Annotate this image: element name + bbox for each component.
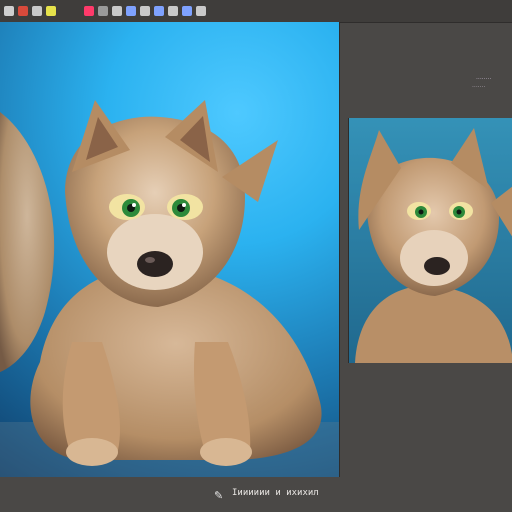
wolf-illustration-main bbox=[0, 100, 339, 477]
transform-icon[interactable] bbox=[98, 6, 108, 16]
eraser-icon[interactable] bbox=[154, 6, 164, 16]
red-mark-icon[interactable] bbox=[18, 6, 28, 16]
pen-tool-icon[interactable] bbox=[84, 6, 94, 16]
brush-icon[interactable] bbox=[4, 6, 14, 16]
eye-icon[interactable] bbox=[126, 6, 136, 16]
panel-label-secondary: ······· bbox=[472, 84, 486, 91]
toolbar bbox=[0, 0, 512, 22]
color-swatch-icon[interactable] bbox=[46, 6, 56, 16]
layers-icon[interactable] bbox=[32, 6, 42, 16]
pen-icon: ✎ bbox=[214, 489, 224, 502]
main-canvas[interactable] bbox=[0, 22, 340, 477]
gradient-icon[interactable] bbox=[140, 6, 150, 16]
zoom-icon[interactable] bbox=[182, 6, 192, 16]
status-text: Іииииии и ихихил bbox=[232, 488, 319, 498]
select-icon[interactable] bbox=[112, 6, 122, 16]
crop-icon[interactable] bbox=[168, 6, 178, 16]
preview-canvas[interactable] bbox=[348, 118, 512, 363]
panel-label: ········ bbox=[476, 76, 492, 83]
settings-icon[interactable] bbox=[196, 6, 206, 16]
wolf-illustration-preview bbox=[349, 118, 512, 363]
